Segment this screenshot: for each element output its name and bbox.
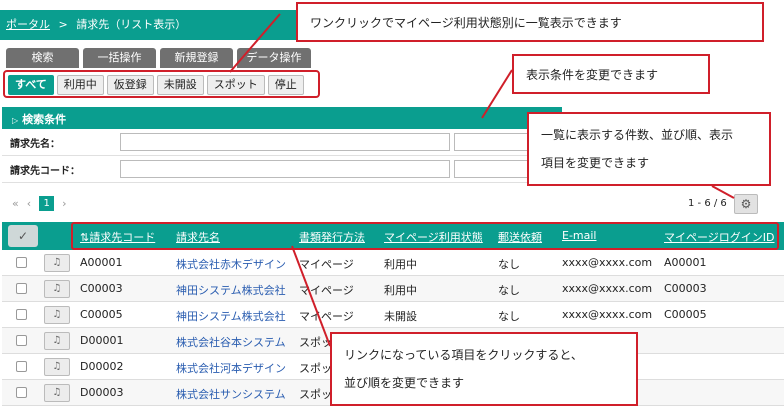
callout-conditions: 表示条件を変更できます <box>512 54 710 94</box>
search-conditions-header[interactable]: ▷ 検索条件 <box>2 107 562 129</box>
breadcrumb-portal-link[interactable]: ポータル <box>6 18 50 31</box>
sort-icon: ⇅ <box>80 231 90 244</box>
callout-one-click: ワンクリックでマイページ利用状態別に一覧表示できます <box>296 2 764 42</box>
header-billing-name[interactable]: 請求先名 <box>176 229 220 245</box>
breadcrumb-current: 請求先（リスト表示） <box>76 18 187 31</box>
header-issue-method[interactable]: 書類発行方法 <box>299 229 365 245</box>
cell-email: xxxx@xxxx.com <box>562 282 653 295</box>
filter-all-button[interactable]: すべて <box>8 75 54 95</box>
filter-unopened-button[interactable]: 未開設 <box>156 75 204 95</box>
prev-page-button[interactable]: ‹ <box>27 197 31 210</box>
cell-mypage-status: 未開設 <box>384 310 417 323</box>
check-icon[interactable]: ✓ <box>8 225 38 247</box>
cell-billing-name[interactable]: 株式会社谷本システム <box>176 334 286 350</box>
row-checkbox[interactable] <box>16 257 27 268</box>
cell-billing-name[interactable]: 株式会社サンシステム <box>176 386 286 402</box>
header-email[interactable]: E-mail <box>562 229 597 242</box>
cell-billing-code: A00001 <box>80 256 123 269</box>
cell-billing-code: D00003 <box>80 386 124 399</box>
breadcrumb-separator: > <box>58 18 68 31</box>
billing-name-option-input[interactable] <box>454 133 529 151</box>
billing-code-input[interactable] <box>120 160 450 178</box>
gear-icon[interactable]: ⚙ <box>734 194 758 214</box>
filter-spot-button[interactable]: スポット <box>206 75 265 95</box>
cell-issue-method: マイページ <box>299 258 354 271</box>
cell-billing-name[interactable]: 神田システム株式会社 <box>176 308 286 324</box>
tab-bulk-operation[interactable]: 一括操作 <box>83 48 156 68</box>
divider <box>2 182 562 183</box>
cell-billing-code: C00003 <box>80 282 123 295</box>
tab-data-operation[interactable]: データ操作 <box>237 48 311 68</box>
result-count: 1 - 6 / 6 <box>688 198 727 209</box>
billing-name-input[interactable] <box>120 133 450 151</box>
row-checkbox[interactable] <box>16 335 27 346</box>
search-conditions-title: 検索条件 <box>22 113 67 126</box>
row-checkbox[interactable] <box>16 309 27 320</box>
divider <box>2 155 562 156</box>
cell-mail-request: なし <box>498 310 520 323</box>
filter-in-use-button[interactable]: 利用中 <box>56 75 104 95</box>
callout-sort: リンクになっている項目をクリックすると、 並び順を変更できます <box>330 332 638 406</box>
next-page-button[interactable]: › <box>62 197 66 210</box>
filter-stopped-button[interactable]: 停止 <box>267 75 304 95</box>
cell-issue-method: スポッ <box>299 336 332 349</box>
filter-provisional-button[interactable]: 仮登録 <box>106 75 154 95</box>
row-checkbox[interactable] <box>16 387 27 398</box>
header-mail-request[interactable]: 郵送依頼 <box>498 229 542 245</box>
cell-billing-code: C00005 <box>80 308 123 321</box>
cell-mypage-status: 利用中 <box>384 258 417 271</box>
cell-issue-method: スポッ <box>299 388 332 401</box>
doc-icon[interactable]: ♫ <box>44 358 70 376</box>
cell-login-id: C00005 <box>664 308 707 321</box>
cell-billing-name[interactable]: 株式会社赤木デザイン <box>176 256 286 272</box>
callout-settings-line-1: 一覧に表示する件数、並び順、表示 <box>541 128 734 142</box>
breadcrumb: ポータル > 請求先（リスト表示） <box>0 10 300 40</box>
billing-code-option-input[interactable] <box>454 160 529 178</box>
header-mypage-login-id[interactable]: マイページログインID <box>664 229 778 245</box>
cell-issue-method: スポッ <box>299 362 332 375</box>
cell-billing-code: D00002 <box>80 360 124 373</box>
row-checkbox[interactable] <box>16 283 27 294</box>
cell-billing-code: D00001 <box>80 334 124 347</box>
callout-settings: 一覧に表示する件数、並び順、表示 項目を変更できます <box>527 112 771 186</box>
expand-arrow-icon: ▷ <box>12 116 19 125</box>
row-checkbox[interactable] <box>16 361 27 372</box>
cell-mail-request: なし <box>498 284 520 297</box>
cell-email: xxxx@xxxx.com <box>562 308 653 321</box>
callout-sort-line-2: 並び順を変更できます <box>344 376 465 390</box>
callout-settings-line-2: 項目を変更できます <box>541 156 650 170</box>
doc-icon[interactable]: ♫ <box>44 306 70 324</box>
cell-login-id: A00001 <box>664 256 707 269</box>
cell-issue-method: マイページ <box>299 310 354 323</box>
cell-mypage-status: 利用中 <box>384 284 417 297</box>
billing-code-label: 請求先コード： <box>10 166 80 177</box>
doc-icon[interactable]: ♫ <box>44 384 70 402</box>
header-billing-code[interactable]: ⇅請求先コード <box>80 229 155 245</box>
doc-icon[interactable]: ♫ <box>44 332 70 350</box>
tab-new-registration[interactable]: 新規登録 <box>160 48 233 68</box>
header-mypage-status[interactable]: マイページ利用状態 <box>384 229 483 245</box>
action-tabs: 検索 一括操作 新規登録 データ操作 <box>6 48 311 68</box>
tab-search[interactable]: 検索 <box>6 48 79 68</box>
cell-mail-request: なし <box>498 258 520 271</box>
cell-login-id: C00003 <box>664 282 707 295</box>
current-page[interactable]: 1 <box>39 196 55 211</box>
cell-billing-name[interactable]: 株式会社河本デザイン <box>176 360 286 376</box>
doc-icon[interactable]: ♫ <box>44 280 70 298</box>
pagination: « ‹ 1 › <box>12 196 67 211</box>
doc-icon[interactable]: ♫ <box>44 254 70 272</box>
first-page-button[interactable]: « <box>12 197 19 210</box>
connector-line <box>711 185 735 199</box>
billing-name-label: 請求先名： <box>10 139 60 150</box>
cell-email: xxxx@xxxx.com <box>562 256 653 269</box>
status-filter-group: すべて 利用中 仮登録 未開設 スポット 停止 <box>3 70 320 98</box>
callout-sort-line-1: リンクになっている項目をクリックすると、 <box>344 348 583 362</box>
cell-issue-method: マイページ <box>299 284 354 297</box>
cell-billing-name[interactable]: 神田システム株式会社 <box>176 282 286 298</box>
